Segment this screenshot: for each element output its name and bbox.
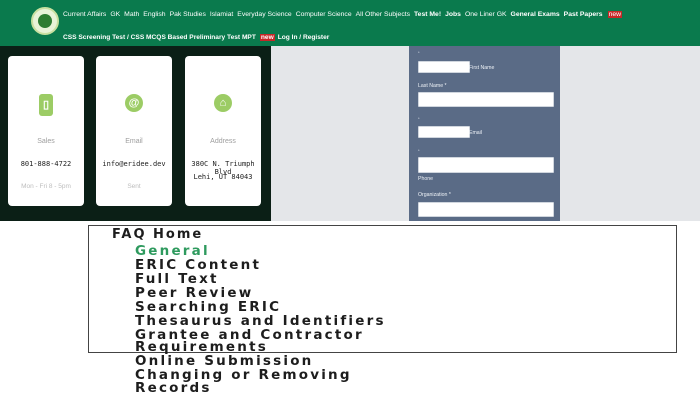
new-badge: new — [607, 11, 623, 18]
first-name-label: First Name — [469, 65, 495, 71]
primary-nav: Current Affairs GK Math English Pak Stud… — [63, 11, 626, 18]
phone-label: Phone — [418, 176, 434, 182]
nav-item-english[interactable]: English — [143, 11, 165, 18]
nav-item-gk[interactable]: GK — [110, 11, 120, 18]
nav-item-math[interactable]: Math — [124, 11, 139, 18]
site-logo[interactable] — [31, 7, 59, 35]
nav-item-test-me[interactable]: Test Me! — [414, 11, 441, 18]
contact-panel: ▯ Sales 801-888-4722 Mon - Fri 8 - 5pm @… — [0, 46, 271, 221]
email-input[interactable] — [418, 126, 470, 138]
last-name-input[interactable] — [418, 92, 554, 107]
card-title: Email — [125, 138, 143, 145]
email-address[interactable]: info@eridee.dev — [96, 160, 172, 168]
organization-label: Organization * — [418, 192, 451, 198]
new-badge-2: new — [259, 34, 275, 41]
address-line-2: Lehi, UT 84043 — [193, 173, 253, 181]
nav-item-computer-science[interactable]: Computer Science — [296, 11, 352, 18]
location-pin-icon: ⌂ — [214, 94, 232, 112]
email-label: Email — [469, 130, 482, 136]
nav-item-jobs[interactable]: Jobs — [445, 11, 461, 18]
nav-item-general-exams[interactable]: General Exams — [511, 11, 560, 18]
required-mark: * — [418, 116, 420, 121]
required-mark: * — [418, 148, 420, 153]
nav-item-islamiat[interactable]: Islamiat — [210, 11, 233, 18]
nav-item-current-affairs[interactable]: Current Affairs — [63, 11, 106, 18]
card-title: Address — [210, 138, 236, 145]
sales-phone[interactable]: 801-888-4722 — [8, 160, 84, 168]
card-title: Sales — [37, 138, 55, 145]
nav-item-all-other-subjects[interactable]: All Other Subjects — [356, 11, 410, 18]
faq-title: FAQ Home — [112, 227, 204, 242]
top-navbar: Current Affairs GK Math English Pak Stud… — [0, 0, 700, 46]
secondary-nav: CSS Screening Test / CSS MCQS Based Prel… — [63, 34, 332, 41]
nav-item-past-papers[interactable]: Past Papers — [564, 11, 603, 18]
at-sign-icon: @ — [125, 94, 143, 112]
address-card: ⌂ Address 380C N. Triumph Blvd Lehi, UT … — [185, 56, 261, 206]
nav-item-one-liner-gk[interactable]: One Liner GK — [465, 11, 507, 18]
first-name-input[interactable] — [418, 61, 470, 73]
phone-input[interactable] — [418, 157, 554, 173]
organization-input[interactable] — [418, 202, 554, 217]
faq-item-records[interactable]: Records — [135, 380, 212, 396]
nav-item-pak-studies[interactable]: Pak Studies — [170, 11, 206, 18]
nav-item-login-register[interactable]: Log In / Register — [278, 34, 330, 41]
last-name-label: Last Name * — [418, 83, 447, 89]
sales-hours: Mon - Fri 8 - 5pm — [21, 183, 71, 190]
background-area-right — [560, 46, 700, 221]
required-mark: * — [418, 50, 420, 55]
phone-icon: ▯ — [39, 94, 53, 116]
sales-card: ▯ Sales 801-888-4722 Mon - Fri 8 - 5pm — [8, 56, 84, 206]
logo-emblem-icon — [38, 14, 52, 28]
background-area — [271, 46, 409, 221]
email-card: @ Email info@eridee.dev Sent — [96, 56, 172, 206]
nav-item-everyday-science[interactable]: Everyday Science — [237, 11, 291, 18]
nav-item-css-screening[interactable]: CSS Screening Test / CSS MCQS Based Prel… — [63, 34, 256, 41]
email-sub: Sent — [127, 183, 141, 190]
contact-form: * First Name Last Name * * Email * Phone… — [409, 46, 560, 221]
